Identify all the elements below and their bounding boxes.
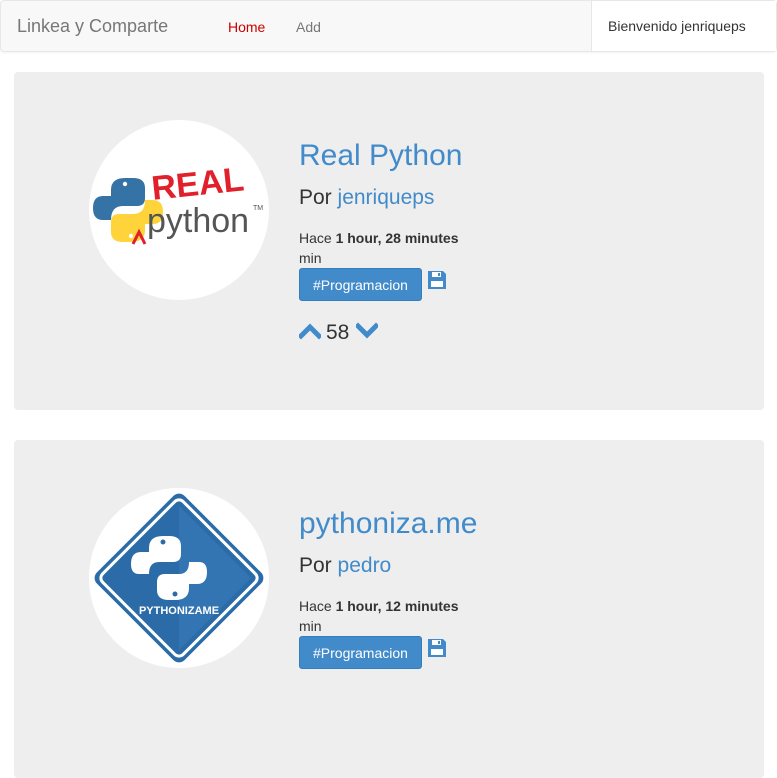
- tag-button[interactable]: #Programacion: [299, 636, 422, 669]
- pythonizame-logo[interactable]: PYTHONIZAME: [89, 488, 269, 668]
- link-title[interactable]: Real Python: [299, 139, 462, 173]
- svg-text:python: python: [147, 202, 249, 240]
- time-suffix: min: [299, 618, 322, 634]
- nav-home-link[interactable]: Home: [228, 18, 265, 36]
- brand-link[interactable]: Linkea y Comparte: [17, 16, 168, 36]
- chevron-up-icon[interactable]: [297, 322, 323, 340]
- link-time: Hace 1 hour, 28 minutes min: [299, 228, 499, 268]
- link-card: PYTHONIZAME pythoniza.me Por pedro Hace …: [14, 440, 764, 778]
- author-link[interactable]: pedro: [338, 554, 392, 577]
- link-time: Hace 1 hour, 12 minutes min: [299, 596, 499, 636]
- link-byline: Por jenriqueps: [299, 185, 434, 211]
- tag-button[interactable]: #Programacion: [299, 268, 422, 301]
- floppy-disk-icon[interactable]: [427, 638, 447, 658]
- navbar: Linkea y Comparte Home Add Bienvenido je…: [0, 0, 777, 52]
- welcome-user[interactable]: Bienvenido jenriqueps: [591, 1, 776, 51]
- time-value: 1 hour, 28 minutes: [335, 230, 459, 246]
- real-python-logo[interactable]: REAL python TM: [89, 120, 269, 300]
- floppy-disk-icon[interactable]: [427, 270, 447, 290]
- chevron-down-icon[interactable]: [354, 322, 380, 340]
- nav-add-link[interactable]: Add: [296, 18, 321, 36]
- svg-text:TM: TM: [253, 205, 263, 212]
- pythonizame-logo-image: PYTHONIZAME: [89, 488, 269, 668]
- real-python-logo-image: REAL python TM: [89, 152, 269, 268]
- time-prefix: Hace: [299, 230, 332, 246]
- link-byline: Por pedro: [299, 553, 391, 579]
- byline-prefix: Por: [299, 554, 332, 577]
- author-link[interactable]: jenriqueps: [338, 186, 435, 209]
- svg-text:PYTHONIZAME: PYTHONIZAME: [139, 605, 219, 617]
- link-card: REAL python TM Real Python Por jenriquep…: [14, 72, 764, 410]
- time-value: 1 hour, 12 minutes: [335, 598, 459, 614]
- time-suffix: min: [299, 250, 322, 266]
- time-prefix: Hace: [299, 598, 332, 614]
- link-title[interactable]: pythoniza.me: [299, 507, 477, 541]
- vote-count: 58: [326, 321, 350, 344]
- byline-prefix: Por: [299, 186, 332, 209]
